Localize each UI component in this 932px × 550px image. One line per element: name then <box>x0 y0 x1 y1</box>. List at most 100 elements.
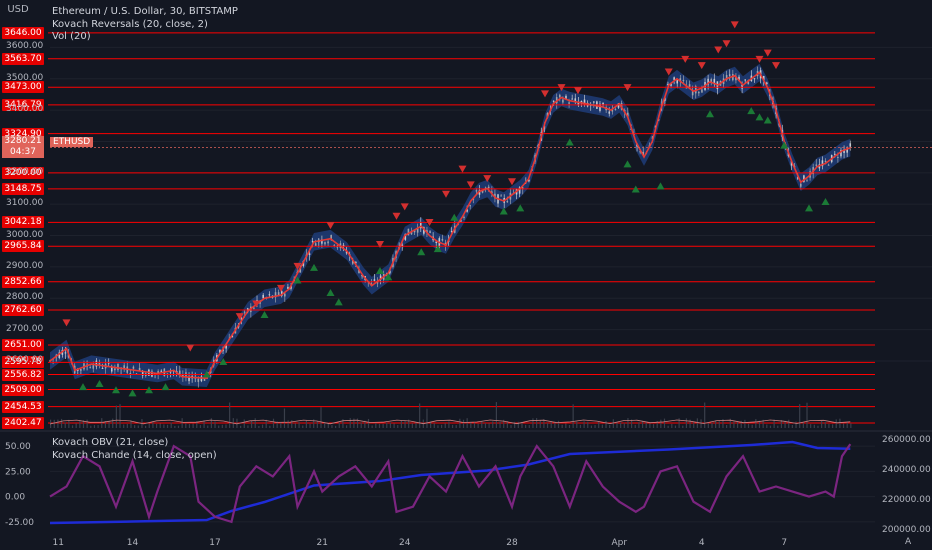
volume-bar <box>386 422 388 428</box>
volume-bar <box>247 425 249 428</box>
volume-bar <box>145 425 147 428</box>
price-tick: 3000.00 <box>6 229 44 240</box>
time-tick: 14 <box>127 538 139 548</box>
candle-body <box>469 205 472 207</box>
volume-bar <box>612 419 614 428</box>
volume-bar <box>499 421 501 428</box>
volume-bar <box>514 421 516 428</box>
volume-bar <box>561 424 563 428</box>
volume-bar <box>550 421 552 428</box>
volume-bar <box>371 425 373 428</box>
volume-bar <box>272 418 275 428</box>
volume-bar <box>261 424 264 428</box>
candle-body <box>487 186 490 189</box>
volume-bar <box>415 422 417 428</box>
candle-body <box>253 307 255 309</box>
volume-bar <box>821 421 823 428</box>
legend-symbol[interactable]: Ethereum / U.S. Dollar, 30, BITSTAMP <box>52 6 238 17</box>
volume-bar <box>155 423 158 428</box>
volume-bar <box>579 424 582 428</box>
volume-bar <box>181 418 183 428</box>
price-tick: 3400.00 <box>6 104 44 115</box>
price-tick: 2600.00 <box>6 355 44 365</box>
volume-bar <box>163 424 165 428</box>
volume-bar <box>360 422 362 428</box>
volume-bar <box>367 418 370 428</box>
candle-body <box>552 100 555 102</box>
volume-bar <box>539 420 541 428</box>
candle-body <box>701 89 703 93</box>
legend-volume[interactable]: Vol (20) <box>52 31 91 42</box>
auto-scale-icon[interactable]: A <box>905 537 911 547</box>
volume-bar <box>137 425 139 428</box>
legend-kovach-chande[interactable]: Kovach Chande (14, close, open) <box>52 450 217 461</box>
volume-bar <box>627 418 629 428</box>
volume-bar <box>185 423 187 428</box>
volume-bar <box>254 418 256 428</box>
volume-bar <box>280 422 282 428</box>
volume-bar <box>802 422 804 428</box>
volume-bar <box>784 420 786 428</box>
volume-bar <box>492 421 494 428</box>
volume-bar <box>404 421 406 428</box>
volume-bar <box>123 424 125 428</box>
volume-bar <box>652 424 655 428</box>
osc-left-tick: 0.00 <box>5 493 25 503</box>
volume-bar <box>565 423 567 428</box>
volume-bar <box>375 423 377 428</box>
volume-bar <box>766 424 768 428</box>
volume-bar <box>488 423 490 428</box>
volume-bar <box>769 425 772 428</box>
volume-bar <box>86 419 88 428</box>
current-price-value: 3280.21 <box>4 136 42 146</box>
volume-bar <box>214 421 216 428</box>
candle-body <box>827 164 830 166</box>
volume-bar <box>696 418 698 428</box>
level-label: 2509.00 <box>2 383 44 396</box>
volume-bar <box>528 425 530 428</box>
volume-bar <box>177 425 180 428</box>
volume-bar <box>616 422 618 428</box>
volume-bar <box>462 419 465 428</box>
volume-bar <box>481 421 483 428</box>
volume-bar <box>751 424 753 428</box>
volume-bar <box>459 418 461 428</box>
legend-kovach-obv[interactable]: Kovach OBV (21, close) <box>52 437 168 448</box>
volume-bar <box>335 425 337 428</box>
chart-canvas[interactable]: 50.00 25.00 0.00 -25.00 260000.00 240000.00 22… <box>0 0 932 550</box>
volume-bar <box>316 420 318 428</box>
candle-body <box>114 368 116 371</box>
volume-bar <box>397 425 399 428</box>
volume-bar <box>466 418 468 428</box>
candle-body <box>284 293 286 297</box>
volume-bar <box>671 423 673 428</box>
volume-bar <box>733 421 735 428</box>
candle-body <box>429 231 431 233</box>
volume-bar <box>60 418 63 428</box>
volume-bar <box>291 420 293 428</box>
candle-body <box>728 74 731 76</box>
volume-bar <box>590 425 593 428</box>
legend-kovach-reversals[interactable]: Kovach Reversals (20, close, 2) <box>52 19 208 30</box>
volume-bar <box>678 418 680 428</box>
volume-bar <box>90 425 92 428</box>
candle-body <box>188 377 190 382</box>
volume-bar <box>302 425 304 428</box>
price-tick: 2700.00 <box>6 323 44 334</box>
level-label: 3473.00 <box>2 81 44 94</box>
volume-bar <box>393 423 395 428</box>
volume-bar <box>824 422 826 428</box>
volume-bar <box>400 420 402 428</box>
volume-bar <box>305 420 307 428</box>
volume-bar <box>320 407 322 428</box>
volume-bar <box>831 424 834 428</box>
volume-bar <box>755 419 757 428</box>
osc-right-tick: 240000.00 <box>882 465 931 475</box>
volume-bar <box>426 408 428 428</box>
volume-bar <box>331 425 333 428</box>
candle-body <box>92 365 95 369</box>
volume-bar <box>309 423 311 428</box>
level-label: 2651.00 <box>2 339 44 351</box>
volume-bar <box>704 402 706 428</box>
candle-body <box>682 79 685 81</box>
